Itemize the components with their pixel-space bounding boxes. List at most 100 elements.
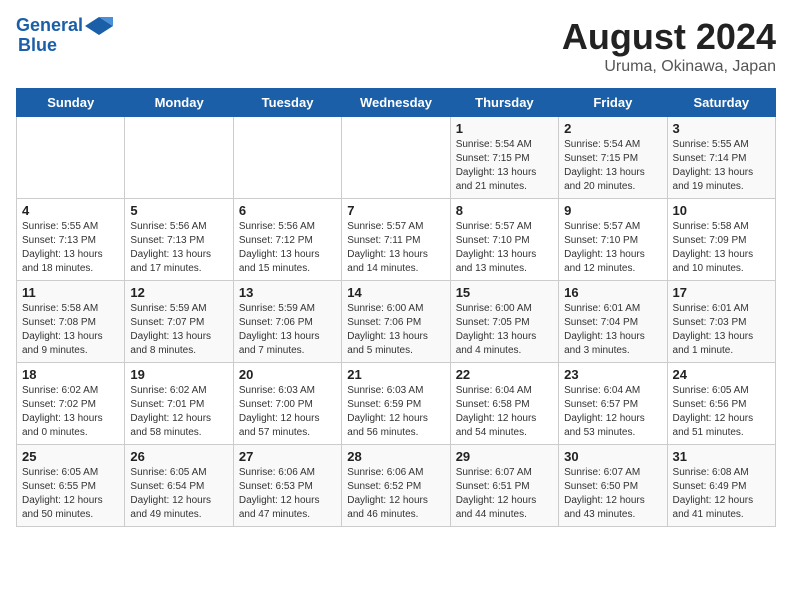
- cell-info-text: Sunrise: 5:55 AMSunset: 7:14 PMDaylight:…: [673, 138, 770, 194]
- logo-blue-text: Blue: [18, 35, 57, 55]
- calendar-cell: 24 Sunrise: 6:05 AMSunset: 6:56 PMDayligh…: [667, 363, 775, 445]
- calendar-week-row: 11 Sunrise: 5:58 AMSunset: 7:08 PMDayligh…: [17, 281, 776, 363]
- calendar-cell: 26 Sunrise: 6:05 AMSunset: 6:54 PMDayligh…: [125, 445, 233, 527]
- cell-day-number: 25: [22, 449, 119, 464]
- cell-day-number: 14: [347, 285, 444, 300]
- calendar-cell: 16 Sunrise: 6:01 AMSunset: 7:04 PMDayligh…: [559, 281, 667, 363]
- cell-day-number: 20: [239, 367, 336, 382]
- cell-info-text: Sunrise: 6:05 AMSunset: 6:56 PMDaylight:…: [673, 384, 770, 440]
- cell-info-text: Sunrise: 5:59 AMSunset: 7:06 PMDaylight:…: [239, 302, 336, 358]
- weekday-header-saturday: Saturday: [667, 89, 775, 117]
- cell-day-number: 15: [456, 285, 553, 300]
- page-title: August 2024: [562, 16, 776, 58]
- cell-info-text: Sunrise: 6:05 AMSunset: 6:55 PMDaylight:…: [22, 466, 119, 522]
- cell-info-text: Sunrise: 5:58 AMSunset: 7:09 PMDaylight:…: [673, 220, 770, 276]
- cell-info-text: Sunrise: 5:57 AMSunset: 7:10 PMDaylight:…: [456, 220, 553, 276]
- logo-bird-icon: [85, 17, 113, 35]
- cell-info-text: Sunrise: 5:55 AMSunset: 7:13 PMDaylight:…: [22, 220, 119, 276]
- calendar-cell: 12 Sunrise: 5:59 AMSunset: 7:07 PMDayligh…: [125, 281, 233, 363]
- cell-day-number: 4: [22, 203, 119, 218]
- cell-day-number: 12: [130, 285, 227, 300]
- cell-day-number: 2: [564, 121, 661, 136]
- calendar-cell: 19Sunrise: 6:02 AMSunset: 7:01 PMDayligh…: [125, 363, 233, 445]
- calendar-cell: 14Sunrise: 6:00 AMSunset: 7:06 PMDayligh…: [342, 281, 450, 363]
- cell-info-text: Sunrise: 6:01 AMSunset: 7:04 PMDaylight:…: [564, 302, 661, 358]
- cell-day-number: 23: [564, 367, 661, 382]
- weekday-header-monday: Monday: [125, 89, 233, 117]
- calendar-cell: 11 Sunrise: 5:58 AMSunset: 7:08 PMDayligh…: [17, 281, 125, 363]
- calendar-cell: 13 Sunrise: 5:59 AMSunset: 7:06 PMDayligh…: [233, 281, 341, 363]
- calendar-cell: [342, 117, 450, 199]
- logo-text: General: [16, 16, 83, 36]
- cell-info-text: Sunrise: 5:56 AMSunset: 7:12 PMDaylight:…: [239, 220, 336, 276]
- cell-day-number: 30: [564, 449, 661, 464]
- calendar-cell: 29Sunrise: 6:07 AMSunset: 6:51 PMDayligh…: [450, 445, 558, 527]
- cell-info-text: Sunrise: 6:05 AMSunset: 6:54 PMDaylight:…: [130, 466, 227, 522]
- logo: General Blue: [16, 16, 113, 56]
- calendar-cell: 17 Sunrise: 6:01 AMSunset: 7:03 PMDayligh…: [667, 281, 775, 363]
- cell-info-text: Sunrise: 6:04 AMSunset: 6:57 PMDaylight:…: [564, 384, 661, 440]
- title-block: August 2024 Uruma, Okinawa, Japan: [562, 16, 776, 76]
- cell-day-number: 8: [456, 203, 553, 218]
- cell-day-number: 18: [22, 367, 119, 382]
- calendar-week-row: 1 Sunrise: 5:54 AMSunset: 7:15 PMDaylight…: [17, 117, 776, 199]
- cell-day-number: 3: [673, 121, 770, 136]
- cell-info-text: Sunrise: 6:08 AMSunset: 6:49 PMDaylight:…: [673, 466, 770, 522]
- calendar-cell: 23 Sunrise: 6:04 AMSunset: 6:57 PMDayligh…: [559, 363, 667, 445]
- weekday-header-sunday: Sunday: [17, 89, 125, 117]
- cell-info-text: Sunrise: 6:01 AMSunset: 7:03 PMDaylight:…: [673, 302, 770, 358]
- cell-info-text: Sunrise: 6:03 AMSunset: 7:00 PMDaylight:…: [239, 384, 336, 440]
- cell-info-text: Sunrise: 6:02 AMSunset: 7:02 PMDaylight:…: [22, 384, 119, 440]
- calendar-cell: 22Sunrise: 6:04 AMSunset: 6:58 PMDayligh…: [450, 363, 558, 445]
- cell-day-number: 24: [673, 367, 770, 382]
- calendar-cell: 20 Sunrise: 6:03 AMSunset: 7:00 PMDayligh…: [233, 363, 341, 445]
- weekday-header-tuesday: Tuesday: [233, 89, 341, 117]
- calendar-cell: 31 Sunrise: 6:08 AMSunset: 6:49 PMDayligh…: [667, 445, 775, 527]
- cell-info-text: Sunrise: 5:59 AMSunset: 7:07 PMDaylight:…: [130, 302, 227, 358]
- calendar-cell: 21 Sunrise: 6:03 AMSunset: 6:59 PMDayligh…: [342, 363, 450, 445]
- cell-info-text: Sunrise: 6:06 AMSunset: 6:53 PMDaylight:…: [239, 466, 336, 522]
- cell-day-number: 1: [456, 121, 553, 136]
- cell-day-number: 10: [673, 203, 770, 218]
- calendar-cell: 15Sunrise: 6:00 AMSunset: 7:05 PMDayligh…: [450, 281, 558, 363]
- cell-day-number: 6: [239, 203, 336, 218]
- calendar-cell: 1Sunrise: 5:54 AMSunset: 7:15 PMDaylight…: [450, 117, 558, 199]
- page-header: General Blue August 2024 Uruma, Okinawa,…: [16, 16, 776, 76]
- cell-day-number: 9: [564, 203, 661, 218]
- cell-info-text: Sunrise: 6:04 AMSunset: 6:58 PMDaylight:…: [456, 384, 553, 440]
- cell-info-text: Sunrise: 5:58 AMSunset: 7:08 PMDaylight:…: [22, 302, 119, 358]
- cell-day-number: 21: [347, 367, 444, 382]
- cell-info-text: Sunrise: 6:07 AMSunset: 6:50 PMDaylight:…: [564, 466, 661, 522]
- cell-info-text: Sunrise: 6:06 AMSunset: 6:52 PMDaylight:…: [347, 466, 444, 522]
- cell-day-number: 5: [130, 203, 227, 218]
- cell-info-text: Sunrise: 5:54 AMSunset: 7:15 PMDaylight:…: [564, 138, 661, 194]
- weekday-header-row: SundayMondayTuesdayWednesdayThursdayFrid…: [17, 89, 776, 117]
- cell-day-number: 27: [239, 449, 336, 464]
- calendar-week-row: 4 Sunrise: 5:55 AMSunset: 7:13 PMDaylight…: [17, 199, 776, 281]
- cell-day-number: 11: [22, 285, 119, 300]
- weekday-header-friday: Friday: [559, 89, 667, 117]
- cell-day-number: 31: [673, 449, 770, 464]
- cell-info-text: Sunrise: 5:57 AMSunset: 7:11 PMDaylight:…: [347, 220, 444, 276]
- calendar-week-row: 18 Sunrise: 6:02 AMSunset: 7:02 PMDayligh…: [17, 363, 776, 445]
- cell-day-number: 7: [347, 203, 444, 218]
- cell-day-number: 13: [239, 285, 336, 300]
- cell-day-number: 28: [347, 449, 444, 464]
- cell-day-number: 16: [564, 285, 661, 300]
- cell-day-number: 17: [673, 285, 770, 300]
- calendar-cell: 28 Sunrise: 6:06 AMSunset: 6:52 PMDayligh…: [342, 445, 450, 527]
- calendar-cell: 7 Sunrise: 5:57 AMSunset: 7:11 PMDaylight…: [342, 199, 450, 281]
- calendar-cell: 9Sunrise: 5:57 AMSunset: 7:10 PMDaylight…: [559, 199, 667, 281]
- calendar-cell: [17, 117, 125, 199]
- calendar-cell: 4 Sunrise: 5:55 AMSunset: 7:13 PMDaylight…: [17, 199, 125, 281]
- cell-day-number: 19: [130, 367, 227, 382]
- cell-info-text: Sunrise: 6:03 AMSunset: 6:59 PMDaylight:…: [347, 384, 444, 440]
- calendar-cell: 18 Sunrise: 6:02 AMSunset: 7:02 PMDayligh…: [17, 363, 125, 445]
- cell-day-number: 26: [130, 449, 227, 464]
- weekday-header-wednesday: Wednesday: [342, 89, 450, 117]
- calendar-cell: [233, 117, 341, 199]
- calendar-cell: [125, 117, 233, 199]
- calendar-week-row: 25 Sunrise: 6:05 AMSunset: 6:55 PMDayligh…: [17, 445, 776, 527]
- calendar-cell: 8 Sunrise: 5:57 AMSunset: 7:10 PMDaylight…: [450, 199, 558, 281]
- calendar-cell: 30 Sunrise: 6:07 AMSunset: 6:50 PMDayligh…: [559, 445, 667, 527]
